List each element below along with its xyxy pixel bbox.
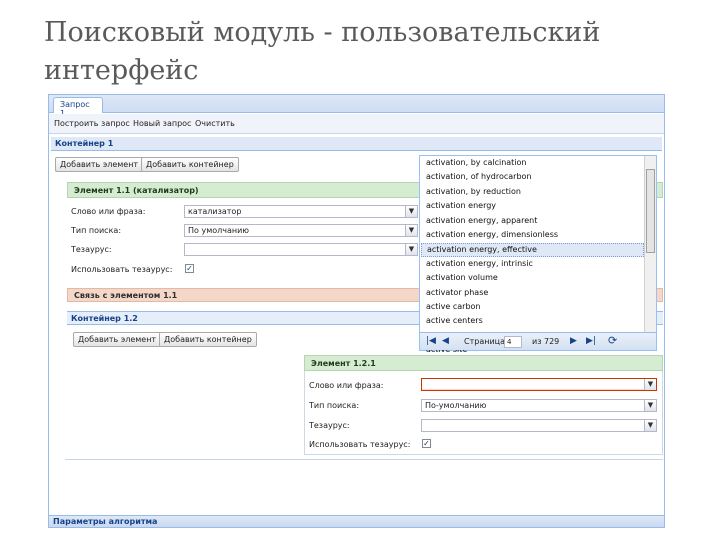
next-page-icon[interactable]: ▶ bbox=[570, 336, 577, 346]
divider bbox=[65, 459, 663, 460]
use-thesaurus-label-2: Использовать тезаурус: bbox=[309, 440, 411, 449]
page-count: из 729 bbox=[532, 337, 560, 346]
slide-title: Поисковый модуль - пользовательский инте… bbox=[44, 17, 601, 86]
search-type-label-2: Тип поиска: bbox=[309, 401, 360, 410]
list-item[interactable]: activation, of hydrocarbon bbox=[424, 171, 644, 185]
list-item[interactable]: active centers bbox=[424, 315, 644, 329]
chevron-down-icon[interactable]: ▼ bbox=[644, 379, 656, 390]
clear-button[interactable]: Очистить bbox=[195, 119, 235, 128]
add-element-button[interactable]: Добавить элемент bbox=[55, 157, 144, 172]
list-item[interactable]: activator phase bbox=[424, 287, 644, 301]
chevron-down-icon[interactable]: ▼ bbox=[405, 244, 417, 255]
page-label: Страница bbox=[464, 337, 506, 346]
first-page-icon[interactable]: |◀ bbox=[426, 336, 436, 346]
use-thesaurus-checkbox[interactable]: ✓ bbox=[185, 264, 194, 273]
refresh-icon[interactable]: ⟳ bbox=[608, 334, 617, 347]
add-container-button-2[interactable]: Добавить контейнер bbox=[159, 332, 257, 347]
container-1-header: Контейнер 1 bbox=[51, 137, 662, 151]
search-type-select[interactable]: По умолчанию ▼ bbox=[184, 224, 418, 237]
last-page-icon[interactable]: ▶| bbox=[586, 336, 596, 346]
list-item[interactable]: activation energy, dimensionless bbox=[424, 229, 644, 243]
build-query-button[interactable]: Построить запрос bbox=[54, 119, 130, 128]
element-1-2-1-panel: Элемент 1.2.1 Слово или фраза: ▼ Тип пои… bbox=[304, 355, 663, 455]
list-item[interactable]: activation energy bbox=[424, 200, 644, 214]
phrase-value: катализатор bbox=[188, 207, 242, 216]
list-item[interactable]: activation volume bbox=[424, 272, 644, 286]
search-type-label: Тип поиска: bbox=[71, 226, 122, 235]
thesaurus-label: Тезаурус: bbox=[71, 245, 112, 254]
toolbar: Построить запрос Новый запрос Очистить bbox=[49, 114, 664, 134]
scrollbar-thumb[interactable] bbox=[646, 169, 655, 253]
search-type-value-2: По-умолчанию bbox=[425, 401, 487, 410]
checkmark-icon: ✓ bbox=[186, 264, 193, 273]
list-scrollbar[interactable] bbox=[644, 156, 656, 339]
prev-page-icon[interactable]: ◀ bbox=[442, 336, 449, 346]
add-container-button[interactable]: Добавить контейнер bbox=[141, 157, 239, 172]
page-number-input[interactable]: 4 bbox=[504, 336, 522, 348]
phrase-label-2: Слово или фраза: bbox=[309, 381, 384, 390]
chevron-down-icon[interactable]: ▼ bbox=[405, 225, 417, 236]
thesaurus-select[interactable]: ▼ bbox=[184, 243, 418, 256]
list-item[interactable]: activation, by calcination bbox=[424, 157, 644, 171]
phrase-label: Слово или фраза: bbox=[71, 207, 146, 216]
checkmark-icon: ✓ bbox=[423, 439, 430, 448]
chevron-down-icon[interactable]: ▼ bbox=[644, 420, 656, 431]
pager-toolbar: |◀ ◀ Страница 4 из 729 ▶ ▶| ⟳ bbox=[420, 332, 656, 350]
list-item[interactable]: activation energy, apparent bbox=[424, 215, 644, 229]
term-dropdown-list[interactable]: activation, by calcination activation, of… bbox=[419, 155, 657, 354]
chevron-down-icon[interactable]: ▼ bbox=[405, 206, 417, 217]
list-item[interactable]: activation energy, effective bbox=[421, 243, 644, 258]
use-thesaurus-checkbox-2[interactable]: ✓ bbox=[422, 439, 431, 448]
list-item[interactable]: activation, by reduction bbox=[424, 186, 644, 200]
algorithm-params-header[interactable]: Параметры алгоритма bbox=[49, 515, 664, 527]
phrase-input-2[interactable]: ▼ bbox=[421, 378, 657, 391]
use-thesaurus-label: Использовать тезаурус: bbox=[71, 265, 173, 274]
add-element-button-2[interactable]: Добавить элемент bbox=[73, 332, 162, 347]
search-module-window: Запрос 1 Построить запрос Новый запрос О… bbox=[48, 94, 665, 528]
search-type-value: По умолчанию bbox=[188, 226, 250, 235]
tab-query-1[interactable]: Запрос 1 bbox=[53, 97, 103, 118]
new-query-button[interactable]: Новый запрос bbox=[133, 119, 191, 128]
list-item[interactable]: activation energy, intrinsic bbox=[424, 258, 644, 272]
search-type-select-2[interactable]: По-умолчанию ▼ bbox=[421, 399, 657, 412]
phrase-input[interactable]: катализатор ▼ bbox=[184, 205, 418, 218]
list-item[interactable]: active carbon bbox=[424, 301, 644, 315]
tab-strip: Запрос 1 bbox=[49, 95, 664, 118]
thesaurus-label-2: Тезаурус: bbox=[309, 421, 350, 430]
chevron-down-icon[interactable]: ▼ bbox=[644, 400, 656, 411]
thesaurus-select-2[interactable]: ▼ bbox=[421, 419, 657, 432]
